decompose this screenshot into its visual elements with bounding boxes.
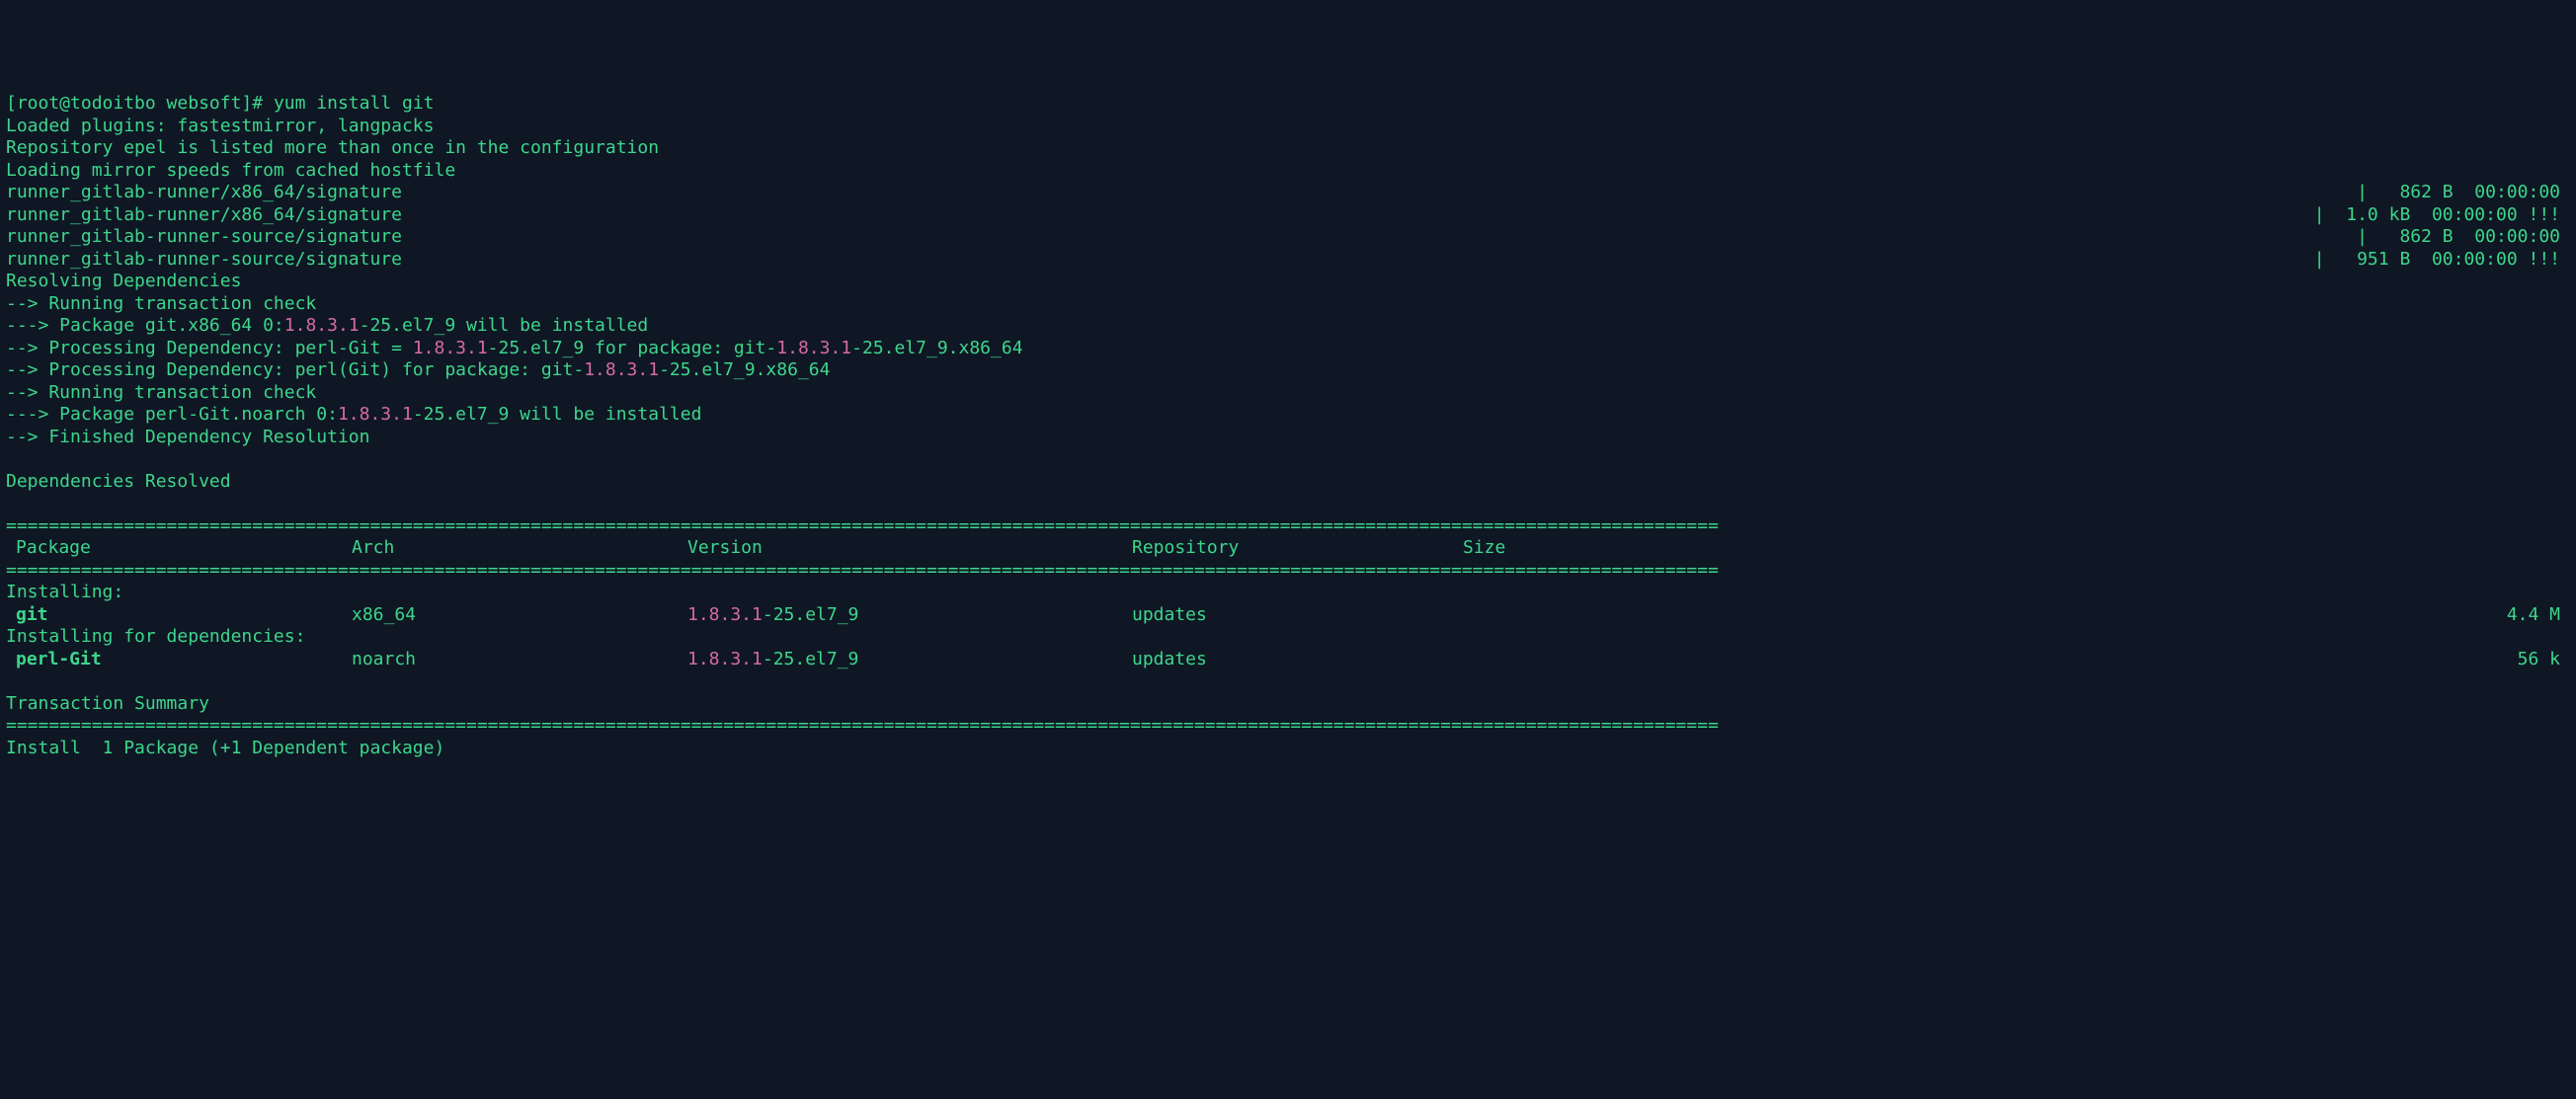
mirror-name: runner_gitlab-runner/x86_64/signature <box>6 182 402 204</box>
package-row: gitx86_641.8.3.1-25.el7_9updates4.4 M <box>6 604 2570 627</box>
output-line: Loading mirror speeds from cached hostfi… <box>6 160 2570 183</box>
dependency-line: ---> Package git.x86_64 0:1.8.3.1-25.el7… <box>6 315 2570 338</box>
header-arch: Arch <box>352 537 687 560</box>
package-name[interactable]: git <box>6 604 352 627</box>
package-arch: x86_64 <box>352 604 687 627</box>
mirror-line: runner_gitlab-runner/x86_64/signature| 8… <box>6 182 2570 204</box>
output-line: Loaded plugins: fastestmirror, langpacks <box>6 116 2570 138</box>
mirror-line: runner_gitlab-runner/x86_64/signature| 1… <box>6 204 2570 227</box>
mirror-status: | 862 B 00:00:00 <box>402 226 2570 249</box>
table-header: PackageArchVersionRepositorySize <box>6 537 2570 560</box>
mirror-name: runner_gitlab-runner/x86_64/signature <box>6 204 402 227</box>
package-row: perl-Gitnoarch1.8.3.1-25.el7_9updates56 … <box>6 649 2570 671</box>
mirror-status: | 862 B 00:00:00 <box>402 182 2570 204</box>
mirror-status: | 1.0 kB 00:00:00 !!! <box>402 204 2570 227</box>
package-repo: updates <box>1132 649 1463 671</box>
mirror-line: runner_gitlab-runner-source/signature| 9… <box>6 249 2570 272</box>
shell-prompt: [root@todoitbo websoft]# <box>6 93 274 114</box>
deps-resolved: Dependencies Resolved <box>6 471 2570 494</box>
header-version: Version <box>687 537 1132 560</box>
package-version: 1.8.3.1-25.el7_9 <box>687 604 1132 627</box>
header-package: Package <box>6 537 352 560</box>
separator-line: ========================================… <box>6 515 2570 538</box>
dependency-line: --> Running transaction check <box>6 293 2570 316</box>
separator-line: ========================================… <box>6 560 2570 583</box>
package-repo: updates <box>1132 604 1463 627</box>
mirror-line: runner_gitlab-runner-source/signature| 8… <box>6 226 2570 249</box>
group-title: Installing for dependencies: <box>6 626 2570 649</box>
transaction-summary: Transaction Summary <box>6 693 2570 716</box>
output-line: Repository epel is listed more than once… <box>6 137 2570 160</box>
command-line: [root@todoitbo websoft]# yum install git <box>6 93 2570 116</box>
mirror-name: runner_gitlab-runner-source/signature <box>6 249 402 272</box>
blank-line <box>6 493 2570 515</box>
package-version: 1.8.3.1-25.el7_9 <box>687 649 1132 671</box>
dependency-line: ---> Package perl-Git.noarch 0:1.8.3.1-2… <box>6 404 2570 427</box>
resolving-header: Resolving Dependencies <box>6 271 2570 293</box>
package-name[interactable]: perl-Git <box>6 649 352 671</box>
terminal-output: [root@todoitbo websoft]# yum install git… <box>6 93 2570 759</box>
header-repository: Repository <box>1132 537 1463 560</box>
group-title: Installing: <box>6 582 2570 604</box>
dependency-line: --> Processing Dependency: perl-Git = 1.… <box>6 338 2570 360</box>
separator-line: ========================================… <box>6 715 2570 738</box>
package-size: 56 k <box>1463 649 2570 671</box>
dependency-line: --> Processing Dependency: perl(Git) for… <box>6 359 2570 382</box>
header-size: Size <box>1463 537 2570 560</box>
mirror-status: | 951 B 00:00:00 !!! <box>402 249 2570 272</box>
dependency-line: --> Finished Dependency Resolution <box>6 427 2570 449</box>
command-text[interactable]: yum install git <box>274 93 435 114</box>
blank-line <box>6 670 2570 693</box>
blank-line <box>6 448 2570 471</box>
install-summary: Install 1 Package (+1 Dependent package) <box>6 738 2570 760</box>
package-arch: noarch <box>352 649 687 671</box>
dependency-line: --> Running transaction check <box>6 382 2570 405</box>
package-size: 4.4 M <box>1463 604 2570 627</box>
mirror-name: runner_gitlab-runner-source/signature <box>6 226 402 249</box>
